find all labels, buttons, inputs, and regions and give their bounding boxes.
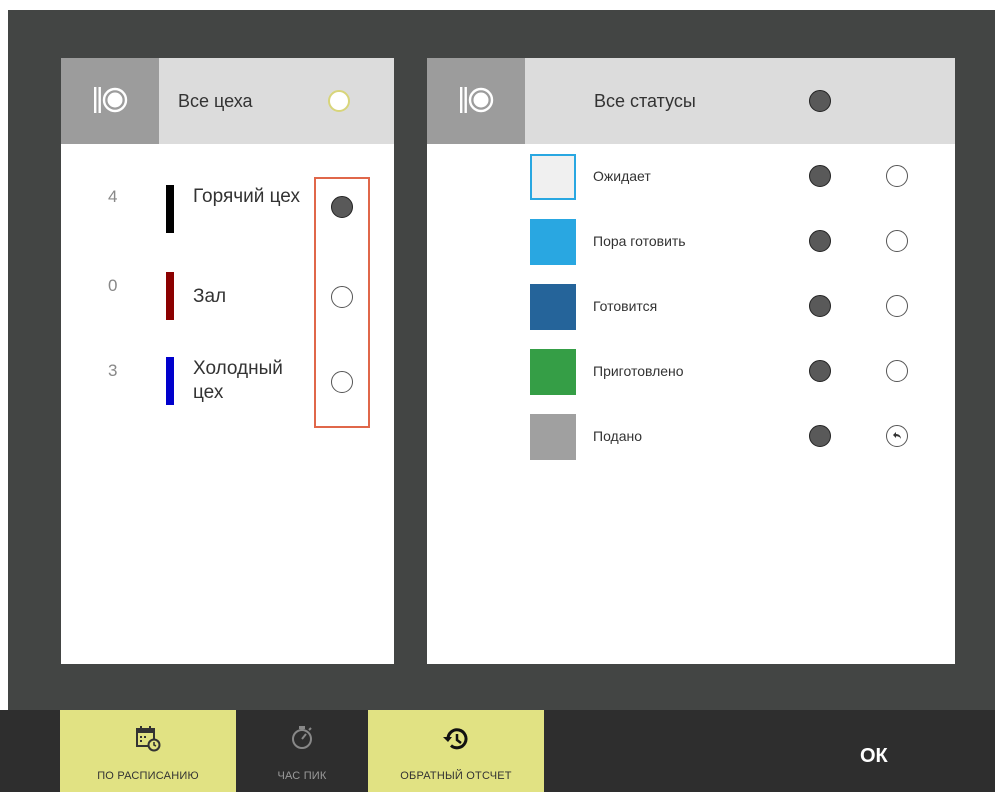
bottom-toolbar: ПО РАСПИСАНИЮ ЧАС ПИК ОБРАТНЫЙ ОТСЧЕТ ОК: [0, 710, 995, 792]
ok-button[interactable]: ОК: [860, 745, 888, 768]
status-radio-include[interactable]: [809, 165, 831, 187]
all-workshops-radio[interactable]: [328, 90, 350, 112]
status-name: Готовится: [593, 298, 658, 314]
countdown-button[interactable]: ОБРАТНЫЙ ОТСЧЕТ: [368, 710, 544, 792]
status-row-waiting: Ожидает: [427, 154, 955, 202]
plate-fork-knife-icon: [94, 87, 128, 113]
status-radio-alt[interactable]: [886, 165, 908, 187]
workshop-count: 4: [108, 187, 118, 206]
status-radio-include[interactable]: [809, 360, 831, 382]
status-swatch: [530, 414, 576, 460]
workshop-count: 3: [108, 361, 118, 380]
schedule-label: ПО РАСПИСАНИЮ: [97, 770, 199, 782]
status-swatch: [530, 349, 576, 395]
status-row-cooking: Готовится: [427, 284, 955, 332]
workshop-color-bar: [166, 185, 174, 233]
status-row-served: Подано: [427, 414, 955, 462]
status-name: Приготовлено: [593, 363, 684, 379]
radio-highlight-frame: [314, 177, 370, 428]
status-swatch: [530, 284, 576, 330]
status-radio-include[interactable]: [809, 295, 831, 317]
all-statuses-radio[interactable]: [809, 90, 831, 112]
countdown-label: ОБРАТНЫЙ ОТСЧЕТ: [400, 770, 512, 782]
workshop-name: Горячий цех: [193, 186, 300, 207]
workshop-color-bar: [166, 272, 174, 320]
status-swatch: [530, 154, 576, 200]
workshop-name: Зал: [193, 286, 227, 307]
statuses-panel: Все статусы Ожидает Пора готовить Готови…: [427, 58, 955, 664]
status-name: Ожидает: [593, 168, 651, 184]
status-radio-alt[interactable]: [886, 295, 908, 317]
history-icon: [443, 728, 468, 750]
status-row-time-to-cook: Пора готовить: [427, 219, 955, 267]
status-radio-include[interactable]: [809, 230, 831, 252]
status-name: Пора готовить: [593, 233, 686, 249]
workshops-header-icon-box: [61, 58, 159, 144]
status-undo-button[interactable]: [886, 425, 908, 447]
stopwatch-icon: [292, 726, 312, 749]
calendar-clock-icon: [136, 726, 161, 752]
all-statuses-label: Все статусы: [594, 91, 696, 111]
status-radio-alt[interactable]: [886, 360, 908, 382]
peak-hour-button[interactable]: ЧАС ПИК: [236, 710, 368, 792]
status-row-cooked: Приготовлено: [427, 349, 955, 397]
workshop-name: Холодный цех: [193, 358, 283, 403]
left-edge: [0, 0, 8, 792]
all-workshops-label: Все цеха: [178, 91, 253, 111]
status-radio-include[interactable]: [809, 425, 831, 447]
statuses-header-icon-box: [427, 58, 525, 144]
plate-fork-knife-icon: [460, 87, 494, 113]
undo-icon: [893, 432, 901, 439]
status-swatch: [530, 219, 576, 265]
peak-hour-label: ЧАС ПИК: [277, 770, 327, 782]
workshop-count: 0: [108, 276, 118, 295]
workshop-color-bar: [166, 357, 174, 405]
statuses-header: Все статусы: [427, 58, 955, 144]
workshops-header: Все цеха: [61, 58, 394, 144]
status-name: Подано: [593, 428, 643, 444]
schedule-button[interactable]: ПО РАСПИСАНИЮ: [60, 710, 236, 792]
status-radio-alt[interactable]: [886, 230, 908, 252]
